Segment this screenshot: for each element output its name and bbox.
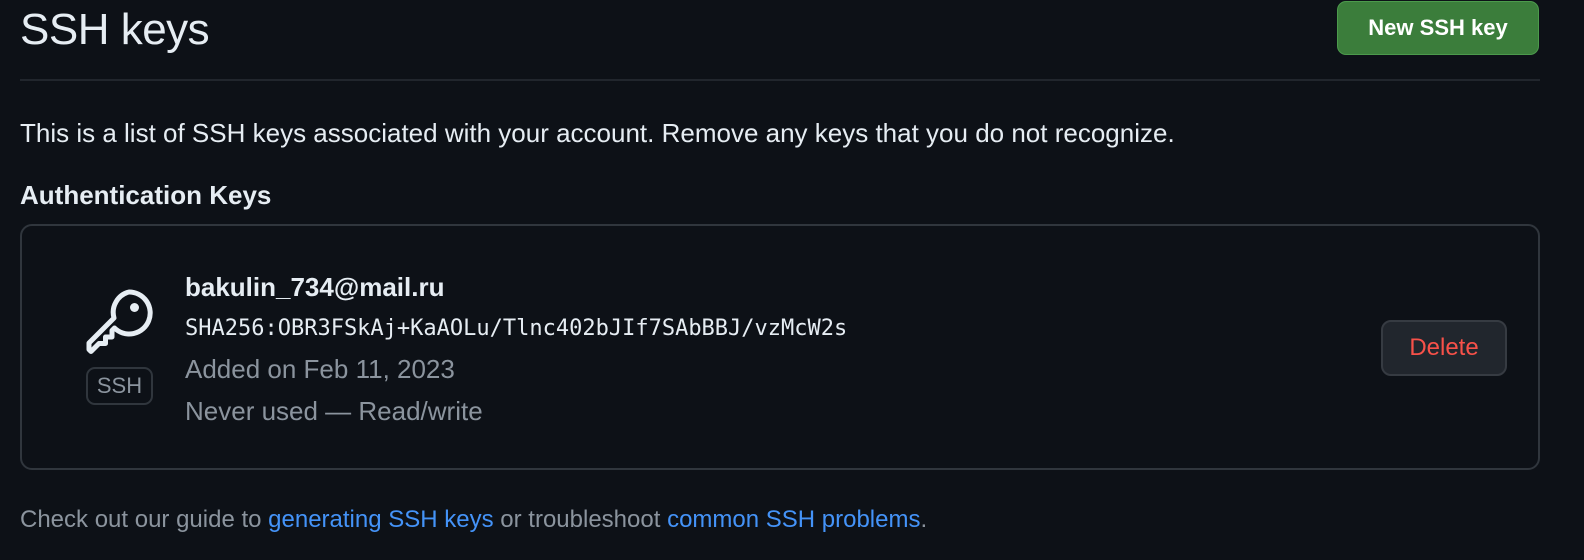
generating-ssh-keys-link[interactable]: generating SSH keys [268,506,493,533]
footer-prefix: Check out our guide to [20,506,269,533]
key-usage-status: Never used — Read/write [185,396,483,426]
new-ssh-key-button[interactable]: New SSH key [1337,1,1539,55]
header-divider [20,79,1540,81]
footer-help-text: Check out our guide to generating SSH ke… [20,503,927,537]
footer-suffix: . [920,506,928,533]
key-icon [86,289,153,354]
key-fingerprint: SHA256:OBR3FSkAj+KaAOLu/Tlnc402bJIf7SAbB… [185,316,848,341]
intro-text: This is a list of SSH keys associated wi… [20,118,1175,148]
ssh-badge: SSH [86,367,153,405]
key-title: bakulin_734@mail.ru [185,272,445,302]
footer-middle: or troubleshoot [493,506,668,533]
page-title: SSH keys [20,5,210,54]
ssh-keys-settings-page: SSH keys New SSH key This is a list of S… [0,0,1584,560]
ssh-key-list-item: SSH bakulin_734@mail.ru SHA256:OBR3FSkAj… [20,224,1540,470]
delete-key-button[interactable]: Delete [1381,320,1507,376]
authentication-keys-heading: Authentication Keys [20,180,272,210]
key-added-date: Added on Feb 11, 2023 [185,354,455,384]
common-ssh-problems-link[interactable]: common SSH problems [667,506,920,533]
